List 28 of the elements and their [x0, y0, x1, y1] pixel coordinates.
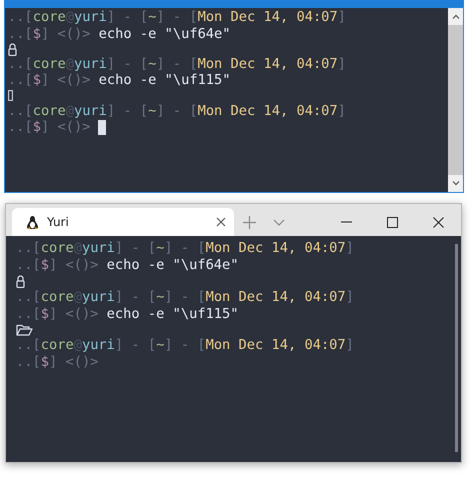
- minimize-icon[interactable]: [340, 221, 352, 223]
- dropdown-icon[interactable]: [273, 218, 285, 226]
- prompt-line: ..[core@yuri] - [~] - [Mon Dec 14, 04:07]: [16, 288, 354, 306]
- prompt-line: ..[core@yuri] - [~] - [Mon Dec 14, 04:07]: [8, 9, 346, 26]
- prompt-line: ..[core@yuri] - [~] - [Mon Dec 14, 04:07]: [16, 240, 354, 258]
- prompt-line: ..[core@yuri] - [~] - [Mon Dec 14, 04:07]: [16, 337, 354, 354]
- prompt-line: ..[$] <()> echo -e "\uf64e": [16, 257, 239, 275]
- terminal-tab[interactable]: Yuri: [12, 208, 234, 236]
- penguin-icon: [26, 214, 39, 230]
- prompt-line: ..[$] <()> echo -e "\uf64e": [8, 26, 231, 42]
- close-tab-icon[interactable]: [216, 217, 226, 227]
- new-tab-icon[interactable]: [242, 216, 256, 228]
- folder-icon: [16, 324, 33, 336]
- prompt-line: ..[$] <()> echo -e "\uf115": [8, 72, 231, 90]
- prompt-line: ..[$] <()>: [8, 119, 90, 136]
- scroll-up-icon[interactable]: [452, 14, 460, 19]
- prompt-line: ..[$] <()>: [16, 354, 98, 372]
- padlock-icon: [8, 42, 17, 56]
- prompt-line: ..[core@yuri] - [~] - [Mon Dec 14, 04:07]: [8, 56, 346, 72]
- scrollbar[interactable]: [455, 244, 458, 452]
- maximize-icon[interactable]: [386, 216, 398, 228]
- scrollbar[interactable]: [448, 8, 463, 192]
- prompt-line: ..[$] <()> echo -e "\uf115": [16, 306, 239, 324]
- close-icon[interactable]: [432, 216, 444, 228]
- missing-glyph-icon: [8, 90, 13, 102]
- prompt-line: ..[core@yuri] - [~] - [Mon Dec 14, 04:07]: [8, 102, 346, 120]
- padlock-icon: [16, 275, 25, 288]
- scroll-down-icon[interactable]: [452, 181, 460, 186]
